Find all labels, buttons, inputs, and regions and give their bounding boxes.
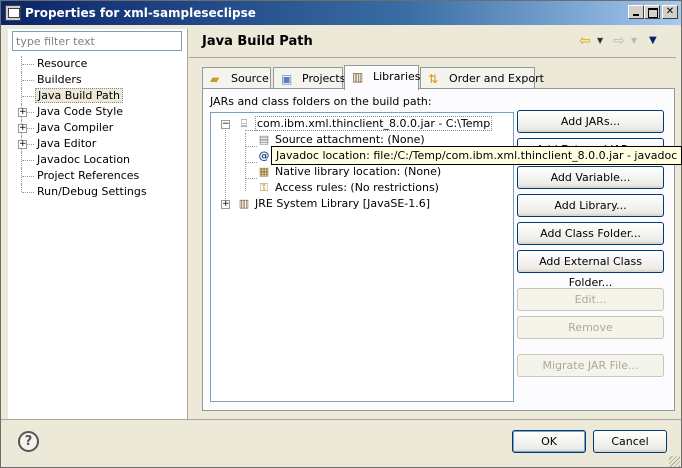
tree-item-label: JRE System Library [JavaSE-1.6] bbox=[255, 197, 431, 210]
nav-item-java-editor[interactable]: + Java Editor bbox=[18, 136, 186, 152]
source-folder-icon: ▰ bbox=[210, 72, 220, 86]
properties-nav-pane: Resource Builders Java Build Path + Java… bbox=[8, 29, 188, 419]
expand-icon[interactable]: + bbox=[18, 140, 27, 149]
tab-label: Projects bbox=[302, 72, 346, 85]
edit-button[interactable]: Edit... bbox=[517, 288, 664, 311]
nav-item-label: Java Compiler bbox=[37, 121, 114, 134]
tab-order-and-export[interactable]: ⇅ Order and Export bbox=[420, 67, 544, 89]
javadoc-tooltip: Javadoc location: file:/C:/Temp/com.ibm.… bbox=[271, 146, 682, 165]
forward-arrow-icon[interactable]: ⇨ bbox=[613, 33, 629, 49]
page-navigation: ⇦ ▼ ⇨ ▼ ▼ bbox=[579, 33, 669, 51]
add-variable-button[interactable]: Add Variable... bbox=[517, 166, 664, 189]
header-divider bbox=[189, 57, 676, 58]
tree-item-access-rules[interactable]: ⚿ Access rules: (No restrictions) bbox=[221, 180, 511, 196]
add-jars-button[interactable]: Add JARs... bbox=[517, 110, 664, 133]
library-icon: ▥ bbox=[238, 197, 250, 210]
properties-dialog: Properties for xml-sampleseclipse ✕ Reso… bbox=[0, 0, 682, 468]
order-export-icon: ⇅ bbox=[428, 72, 439, 86]
nav-item-builders[interactable]: Builders bbox=[18, 72, 186, 88]
remove-button[interactable]: Remove bbox=[517, 316, 664, 339]
nav-item-project-references[interactable]: Project References bbox=[18, 168, 186, 184]
add-class-folder-button[interactable]: Add Class Folder... bbox=[517, 222, 664, 245]
expand-icon[interactable]: + bbox=[18, 124, 27, 133]
tree-item-label: Access rules: (No restrictions) bbox=[275, 181, 439, 194]
view-menu-icon[interactable]: ▼ bbox=[649, 33, 665, 49]
footer-divider bbox=[1, 419, 681, 420]
tab-projects[interactable]: ▣ Projects bbox=[273, 67, 346, 89]
access-rules-icon: ⚿ bbox=[259, 181, 269, 194]
nav-item-run-debug-settings[interactable]: Run/Debug Settings bbox=[18, 184, 186, 200]
tree-item-jre-system-library[interactable]: + ▥ JRE System Library [JavaSE-1.6] bbox=[221, 196, 511, 212]
add-external-class-folder-button[interactable]: Add External Class Folder... bbox=[517, 250, 664, 289]
add-library-button[interactable]: Add Library... bbox=[517, 194, 664, 217]
nav-item-label: Run/Debug Settings bbox=[37, 185, 147, 198]
tab-label: Source bbox=[231, 72, 269, 85]
nav-item-label: Resource bbox=[37, 57, 88, 70]
page-title: Java Build Path bbox=[202, 34, 313, 49]
tree-item-label: Source attachment: (None) bbox=[275, 133, 425, 146]
tree-item-label: com.ibm.xml.thinclient_8.0.0.jar - C:\Te… bbox=[255, 116, 493, 131]
ok-button[interactable]: OK bbox=[512, 430, 586, 453]
jar-icon: ⌸ bbox=[240, 117, 248, 130]
source-attachment-icon: ▤ bbox=[258, 133, 270, 146]
expand-icon[interactable]: + bbox=[18, 108, 27, 117]
nav-item-label: Java Code Style bbox=[37, 105, 124, 118]
cancel-button[interactable]: Cancel bbox=[593, 430, 667, 453]
window-icon bbox=[5, 5, 21, 21]
nav-item-label: Builders bbox=[37, 73, 82, 86]
nav-item-java-compiler[interactable]: + Java Compiler bbox=[18, 120, 186, 136]
build-path-tabs: ▰ Source ▣ Projects ▥ Libraries ⇅ Order … bbox=[202, 65, 672, 90]
tree-item-native-library[interactable]: ▦ Native library location: (None) bbox=[221, 164, 511, 180]
forward-history-dropdown-icon[interactable]: ▼ bbox=[631, 33, 647, 49]
libraries-icon: ▥ bbox=[352, 70, 364, 84]
migrate-jar-file-button[interactable]: Migrate JAR File... bbox=[517, 354, 664, 377]
window-title: Properties for xml-sampleseclipse bbox=[25, 6, 256, 20]
javadoc-icon: @ bbox=[258, 149, 270, 162]
nav-item-javadoc-location[interactable]: Javadoc Location bbox=[18, 152, 186, 168]
tree-item-thinclient-jar[interactable]: − ⌸ com.ibm.xml.thinclient_8.0.0.jar - C… bbox=[221, 116, 511, 132]
maximize-button[interactable] bbox=[644, 5, 660, 19]
projects-icon: ▣ bbox=[281, 72, 293, 86]
nav-item-java-build-path[interactable]: Java Build Path bbox=[18, 88, 186, 104]
tab-source[interactable]: ▰ Source bbox=[202, 67, 271, 89]
help-icon[interactable]: ? bbox=[18, 431, 39, 452]
title-bar[interactable]: Properties for xml-sampleseclipse ✕ bbox=[1, 1, 681, 25]
tab-label: Libraries bbox=[373, 70, 421, 83]
collapse-icon[interactable]: − bbox=[221, 120, 230, 129]
nav-item-label: Project References bbox=[37, 169, 140, 182]
nav-item-java-code-style[interactable]: + Java Code Style bbox=[18, 104, 186, 120]
nav-item-label: Java Editor bbox=[37, 137, 97, 150]
tab-label: Order and Export bbox=[449, 72, 544, 85]
resize-grip-icon[interactable] bbox=[669, 456, 680, 467]
nav-item-resource[interactable]: Resource bbox=[18, 56, 186, 72]
minimize-button[interactable] bbox=[628, 5, 644, 19]
tree-item-label: Native library location: (None) bbox=[275, 165, 442, 178]
nav-item-label: Javadoc Location bbox=[37, 153, 131, 166]
back-history-dropdown-icon[interactable]: ▼ bbox=[597, 33, 613, 49]
tab-libraries[interactable]: ▥ Libraries bbox=[344, 65, 421, 90]
nav-item-label: Java Build Path bbox=[35, 88, 124, 103]
expand-icon[interactable]: + bbox=[221, 200, 230, 209]
close-button[interactable]: ✕ bbox=[662, 5, 678, 19]
back-arrow-icon[interactable]: ⇦ bbox=[579, 33, 595, 49]
filter-input[interactable] bbox=[12, 31, 182, 51]
panel-label: JARs and class folders on the build path… bbox=[210, 95, 432, 108]
native-library-icon: ▦ bbox=[258, 165, 270, 178]
